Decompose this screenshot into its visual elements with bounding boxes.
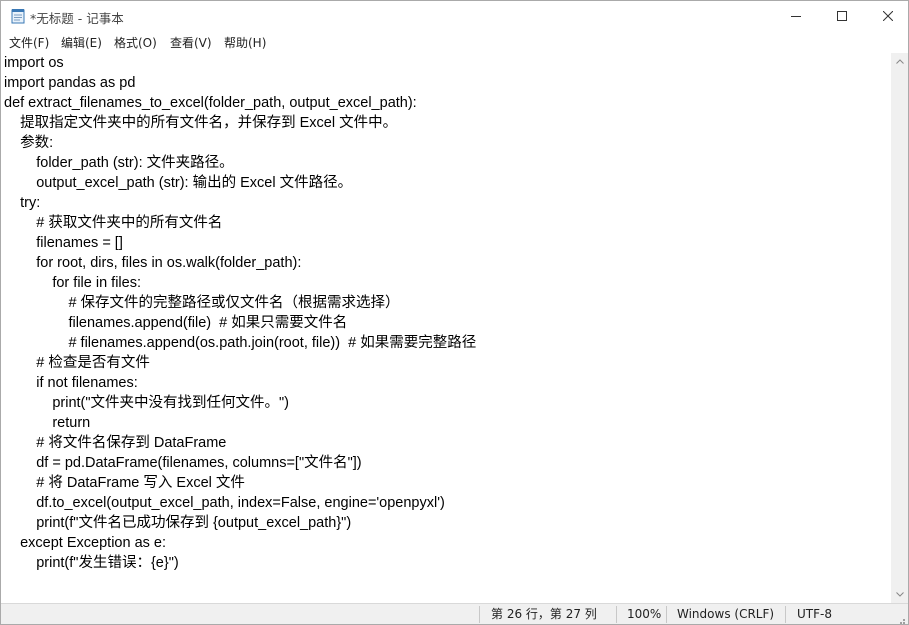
- maximize-icon: [837, 11, 847, 21]
- scroll-down-button[interactable]: [891, 586, 908, 603]
- code-line: def extract_filenames_to_excel(folder_pa…: [4, 95, 417, 111]
- status-divider: [666, 606, 667, 623]
- scroll-up-button[interactable]: [891, 53, 908, 70]
- code-line: print(f"发生错误：{e}"): [4, 555, 179, 571]
- code-line: # 将 DataFrame 写入 Excel 文件: [4, 475, 245, 491]
- code-line: # 将文件名保存到 DataFrame: [4, 435, 227, 451]
- code-line: except Exception as e:: [4, 535, 167, 551]
- code-line: print(f"文件名已成功保存到 {output_excel_path}"): [4, 515, 352, 531]
- vertical-scrollbar[interactable]: [891, 53, 908, 603]
- minimize-icon: [791, 16, 801, 17]
- code-line: # 保存文件的完整路径或仅文件名（根据需求选择）: [4, 295, 400, 311]
- notepad-icon: [11, 8, 25, 24]
- menu-view[interactable]: 查看(V): [170, 34, 212, 51]
- menu-help[interactable]: 帮助(H): [224, 34, 266, 51]
- code-line: 提取指定文件夹中的所有文件名，并保存到 Excel 文件中。: [4, 115, 398, 131]
- code-line: import os: [4, 55, 64, 71]
- title-bar[interactable]: *无标题 - 记事本: [1, 1, 908, 31]
- code-line: # 检查是否有文件: [4, 355, 150, 371]
- code-line: df.to_excel(output_excel_path, index=Fal…: [4, 495, 445, 511]
- resize-grip-icon[interactable]: [896, 613, 906, 624]
- code-line: # filenames.append(os.path.join(root, fi…: [4, 335, 477, 351]
- encoding: UTF-8: [797, 607, 832, 621]
- code-line: filenames = []: [4, 235, 123, 251]
- code-line: return: [4, 415, 91, 431]
- code-line: df = pd.DataFrame(filenames, columns=["文…: [4, 455, 362, 471]
- maximize-button[interactable]: [819, 1, 865, 31]
- menu-edit[interactable]: 编辑(E): [61, 34, 102, 51]
- window-title: *无标题 - 记事本: [30, 11, 124, 26]
- code-line: 参数:: [4, 135, 54, 151]
- close-icon: [883, 11, 893, 21]
- text-editor[interactable]: import os import pandas as pd def extrac…: [1, 53, 891, 603]
- code-line: try:: [4, 195, 41, 211]
- status-bar: 第 26 行，第 27 列 100% Windows (CRLF) UTF-8: [1, 603, 908, 624]
- close-button[interactable]: [865, 1, 908, 31]
- code-line: output_excel_path (str): 输出的 Excel 文件路径。: [4, 175, 353, 191]
- menu-file[interactable]: 文件(F): [9, 34, 49, 51]
- cursor-position: 第 26 行，第 27 列: [491, 607, 597, 621]
- notepad-window: *无标题 - 记事本 文件(F) 编辑(E) 格式(O) 查看(V) 帮助(H)…: [0, 0, 909, 625]
- chevron-down-icon: [895, 592, 904, 597]
- status-divider: [785, 606, 786, 623]
- menu-format[interactable]: 格式(O): [114, 34, 157, 51]
- zoom-level: 100%: [627, 607, 662, 621]
- code-line: import pandas as pd: [4, 75, 136, 91]
- chevron-up-icon: [895, 59, 904, 64]
- code-line: folder_path (str): 文件夹路径。: [4, 155, 234, 171]
- status-divider: [616, 606, 617, 623]
- code-line: for root, dirs, files in os.walk(folder_…: [4, 255, 302, 271]
- line-ending: Windows (CRLF): [677, 607, 775, 621]
- menu-bar: 文件(F) 编辑(E) 格式(O) 查看(V) 帮助(H): [1, 31, 908, 52]
- code-line: print("文件夹中没有找到任何文件。"): [4, 395, 290, 411]
- code-line: filenames.append(file) # 如果只需要文件名: [4, 315, 348, 331]
- code-line: # 获取文件夹中的所有文件名: [4, 215, 223, 231]
- status-divider: [479, 606, 480, 623]
- code-line: if not filenames:: [4, 375, 138, 391]
- code-line: for file in files:: [4, 275, 141, 291]
- minimize-button[interactable]: [773, 1, 819, 31]
